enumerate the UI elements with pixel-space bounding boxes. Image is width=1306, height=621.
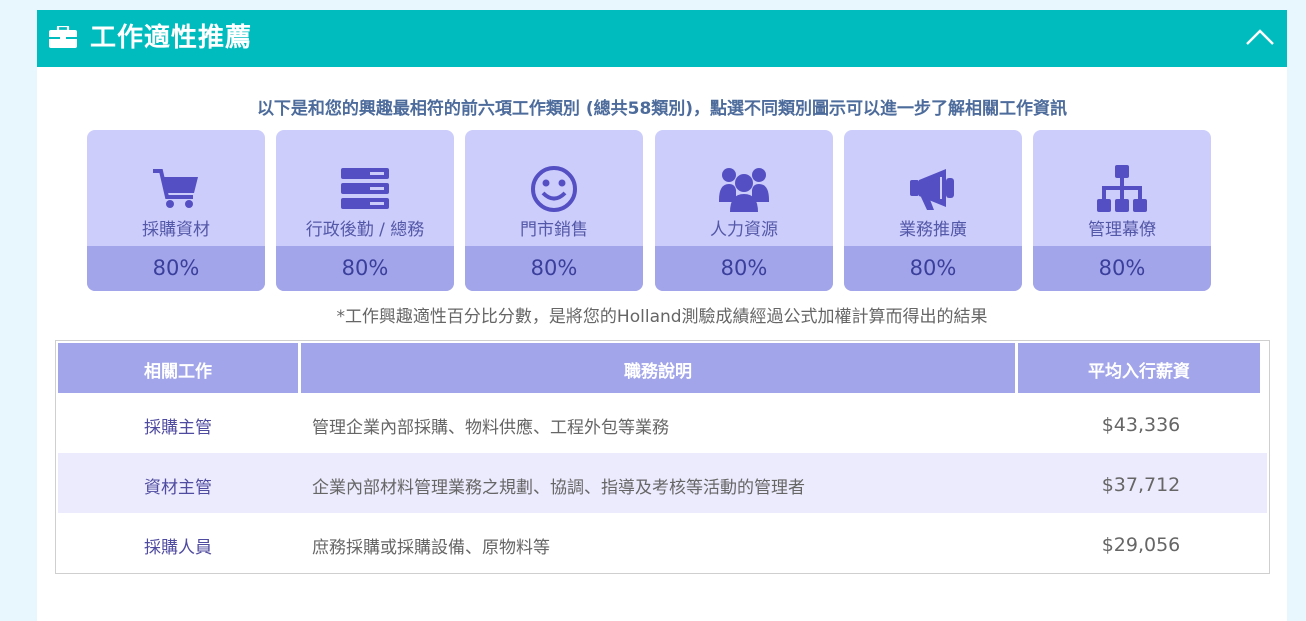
header-label: 相關工作	[144, 362, 212, 382]
category-percent-bar: 80%	[276, 246, 454, 291]
job-title-link[interactable]: 採購主管	[58, 413, 298, 438]
category-percent-bar: 80%	[87, 246, 265, 291]
category-name: 人力資源	[710, 220, 778, 240]
category-card-purchasing[interactable]: 採購資材 80%	[87, 130, 265, 291]
category-percent: 80%	[1098, 256, 1146, 280]
job-title-link[interactable]: 資材主管	[58, 473, 298, 498]
category-percent-bar: 80%	[655, 246, 833, 291]
category-percent: 80%	[530, 256, 578, 280]
category-percent-bar: 80%	[844, 246, 1022, 291]
category-card-retail[interactable]: 門市銷售 80%	[465, 130, 643, 291]
megaphone-icon	[910, 169, 954, 210]
job-title-link[interactable]: 採購人員	[58, 533, 298, 558]
related-jobs-table: 相關工作 職務說明 平均入行薪資 採購主管 管理企業內部採購、物料供應、工程外包…	[55, 340, 1270, 574]
job-salary: $29,056	[1101, 534, 1181, 556]
briefcase-icon	[49, 26, 77, 48]
category-percent-bar: 80%	[1033, 246, 1211, 291]
category-percent-bar: 80%	[465, 246, 643, 291]
category-percent: 80%	[909, 256, 957, 280]
intro-text: 以下是和您的興趣最相符的前六項工作類別 (總共58類別)，點選不同類別圖示可以進…	[256, 99, 1068, 119]
job-description: 管理企業內部採購、物料供應、工程外包等業務	[312, 418, 669, 438]
category-name: 管理幕僚	[1088, 220, 1156, 240]
job-recommendation-panel: 工作適性推薦 以下是和您的興趣最相符的前六項工作類別 (總共58類別)，點選不同…	[37, 10, 1287, 621]
category-card-sales[interactable]: 業務推廣 80%	[844, 130, 1022, 291]
panel-title: 工作適性推薦	[90, 23, 253, 53]
category-name: 門市銷售	[520, 220, 588, 240]
category-name: 業務推廣	[899, 220, 967, 240]
users-icon	[719, 168, 769, 212]
category-percent: 80%	[341, 256, 389, 280]
score-note: *工作興趣適性百分比分數，是將您的Holland測驗成績經過公式加權計算而得出的…	[336, 307, 988, 327]
category-percent: 80%	[152, 256, 200, 280]
chevron-up-icon[interactable]	[1245, 26, 1275, 48]
table-row: 資材主管 企業內部材料管理業務之規劃、協調、指導及考核等活動的管理者 $37,7…	[58, 453, 1267, 513]
job-description: 庶務採購或採購設備、原物料等	[312, 538, 550, 558]
job-description: 企業內部材料管理業務之規劃、協調、指導及考核等活動的管理者	[312, 478, 805, 498]
shopping-cart-icon	[153, 169, 198, 208]
header-label: 平均入行薪資	[1088, 362, 1190, 382]
category-name: 行政後勤 / 總務	[305, 220, 425, 240]
panel-header[interactable]: 工作適性推薦	[37, 10, 1287, 67]
table-header-desc: 職務說明	[301, 343, 1015, 393]
category-name: 採購資材	[142, 220, 210, 240]
job-salary: $37,712	[1101, 474, 1181, 496]
category-cards: 採購資材 80% 行政後勤 / 總務 80% 門市銷售 80% 人力資源 80%…	[87, 130, 1213, 291]
header-label: 職務說明	[624, 362, 692, 382]
category-percent: 80%	[720, 256, 768, 280]
table-row: 採購主管 管理企業內部採購、物料供應、工程外包等業務 $43,336	[58, 393, 1267, 453]
server-stack-icon	[341, 168, 389, 209]
category-card-management[interactable]: 管理幕僚 80%	[1033, 130, 1211, 291]
category-card-hr[interactable]: 人力資源 80%	[655, 130, 833, 291]
table-header-salary: 平均入行薪資	[1018, 343, 1260, 393]
smile-icon	[531, 166, 577, 212]
job-salary: $43,336	[1101, 414, 1181, 436]
org-chart-icon	[1097, 165, 1147, 212]
category-card-admin[interactable]: 行政後勤 / 總務 80%	[276, 130, 454, 291]
table-row: 採購人員 庶務採購或採購設備、原物料等 $29,056	[58, 513, 1267, 573]
table-header-job: 相關工作	[58, 343, 298, 393]
